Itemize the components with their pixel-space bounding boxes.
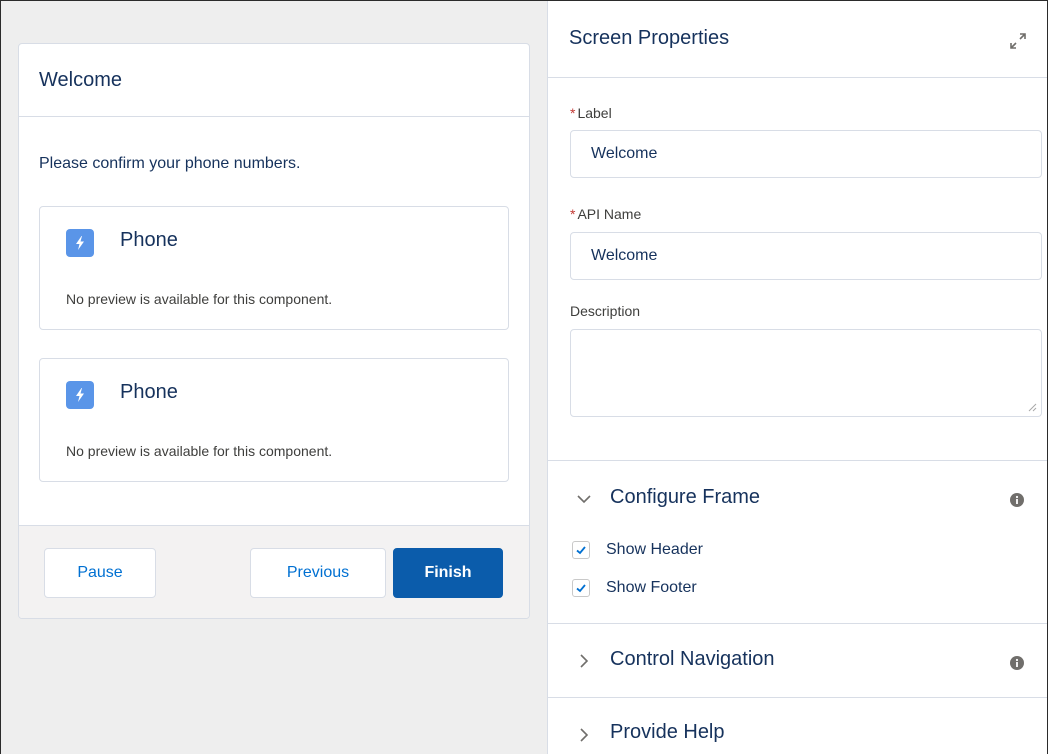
section-configure-frame[interactable]: Configure Frame [610,486,760,509]
properties-header: Screen Properties [548,1,1047,78]
lightning-bolt-icon [66,229,94,257]
description-textarea[interactable] [570,329,1042,417]
screen-preview[interactable]: Welcome Please confirm your phone number… [18,43,530,619]
screen-properties-panel: Screen Properties * Label Welcome * API Na… [548,1,1047,754]
component-name: Phone [120,229,178,251]
finish-button[interactable]: Finish [393,548,503,598]
label-input-value: Welcome [591,145,658,162]
api-name-input[interactable]: Welcome [570,232,1042,280]
screen-header: Welcome [19,44,529,117]
section-provide-help[interactable]: Provide Help [610,721,725,744]
show-footer-label: Show Footer [606,579,697,596]
required-mark: * [570,105,576,121]
phone-component[interactable]: Phone No preview is available for this c… [39,358,509,482]
show-header-checkbox[interactable] [572,541,590,559]
properties-title: Screen Properties [569,27,730,49]
screen-title: Welcome [39,68,122,91]
previous-button[interactable]: Previous [250,548,386,598]
component-name: Phone [120,381,178,403]
info-icon[interactable] [1010,656,1024,670]
divider [548,460,1047,461]
required-mark: * [570,206,576,222]
screen-canvas: Welcome Please confirm your phone number… [1,1,548,754]
phone-component[interactable]: Phone No preview is available for this c… [39,206,509,330]
divider [548,697,1047,698]
description-field-label: Description [570,303,641,319]
expand-arrows-icon[interactable] [1009,32,1027,50]
app-frame: Welcome Please confirm your phone number… [0,0,1048,754]
label-input[interactable]: Welcome [570,130,1042,178]
api-name-field-text: API Name [577,206,642,222]
show-header-option[interactable]: Show Header [572,541,703,559]
show-header-label: Show Header [606,541,703,558]
show-footer-checkbox[interactable] [572,579,590,597]
screen-prompt-text: Please confirm your phone numbers. [39,155,301,172]
divider [548,623,1047,624]
chevron-right-icon[interactable] [576,653,592,669]
label-field-label: * Label [570,105,612,121]
api-name-input-value: Welcome [591,247,658,264]
label-field-text: Label [577,105,612,121]
checkmark-icon [576,546,586,555]
api-name-field-label: * API Name [570,206,641,222]
section-control-navigation[interactable]: Control Navigation [610,648,775,671]
lightning-bolt-icon [66,381,94,409]
show-footer-option[interactable]: Show Footer [572,579,697,597]
component-preview-note: No preview is available for this compone… [66,443,333,459]
chevron-right-icon[interactable] [576,727,592,743]
screen-footer: Pause Previous Finish [19,525,529,618]
resize-handle-icon[interactable] [1027,402,1037,412]
checkmark-icon [576,584,586,593]
component-preview-note: No preview is available for this compone… [66,291,333,307]
pause-button[interactable]: Pause [44,548,156,598]
info-icon[interactable] [1010,493,1024,507]
chevron-down-icon[interactable] [576,491,592,507]
screen-body: Please confirm your phone numbers. Phone… [19,155,529,482]
